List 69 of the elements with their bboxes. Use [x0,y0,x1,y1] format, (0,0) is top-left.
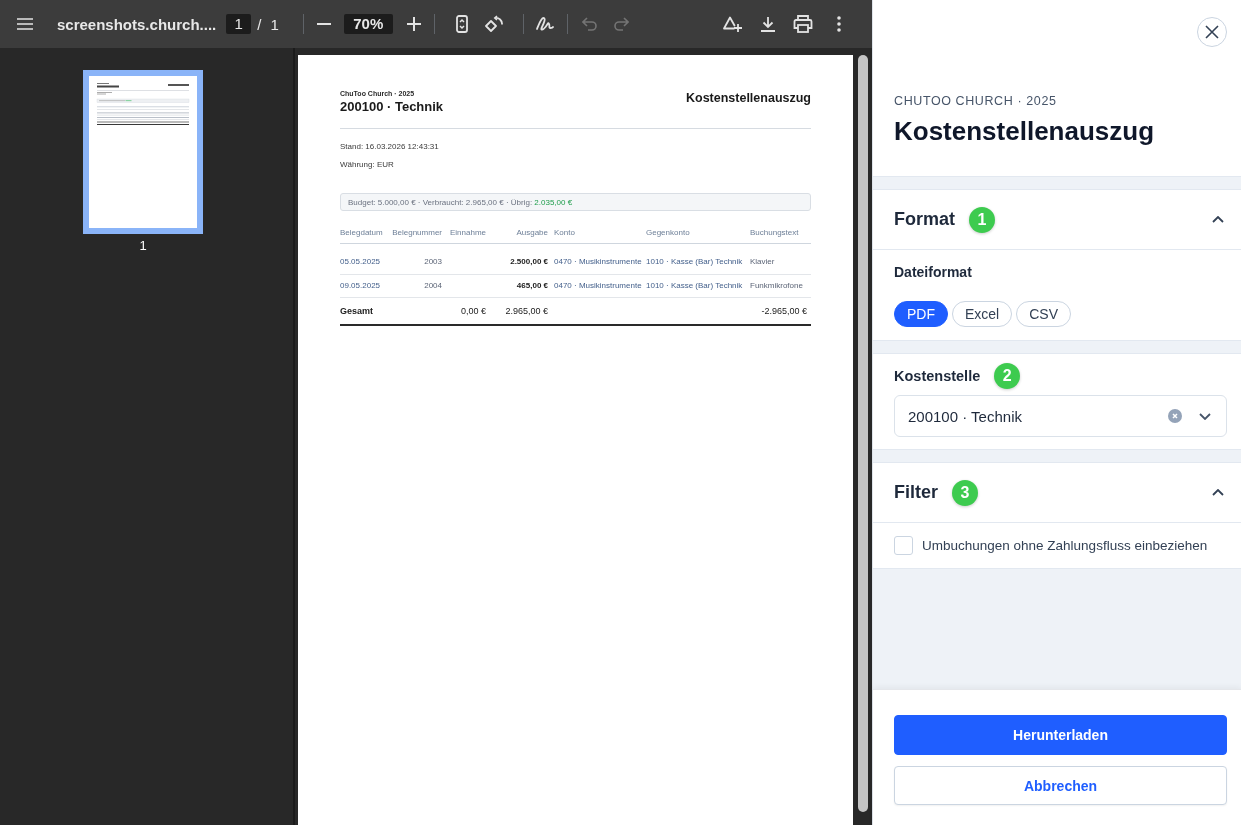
minus-icon[interactable] [316,23,331,25]
field-label: Kostenstelle [894,367,981,386]
close-icon [1205,25,1219,39]
table-cell: 1010 · Kasse (Bar) Technik [646,257,743,266]
page-number-field[interactable]: 1 [226,14,252,34]
format-option[interactable]: CSV [1016,301,1072,327]
document-title: screenshots.church.... [57,15,217,33]
print-icon[interactable] [793,15,813,33]
step-badge: 2 [994,363,1021,389]
table-cell: 2004 [424,281,442,290]
column-header: Belegdatum [340,228,383,237]
fit-page-icon[interactable] [455,15,468,33]
cost-center-select[interactable]: 200100 · Technik [894,395,1227,437]
column-header: Ausgabe [516,228,548,237]
format-option[interactable]: PDF [894,301,948,327]
report-title: Kostenstellenauszug [685,90,811,106]
checkbox[interactable] [894,536,913,555]
zoom-field[interactable]: 70% [343,14,393,34]
report-meta-line: Stand: 16.03.2026 12:43:31 [340,142,439,151]
column-header: Buchungstext [750,228,799,237]
table-cell: 465,00 € [516,281,548,290]
page-label: 1 [139,238,147,254]
menu-icon[interactable] [17,18,33,30]
table-cell: 09.05.2025 [340,281,381,290]
format-option[interactable]: Excel [952,301,1013,327]
download-icon[interactable] [760,16,776,32]
report-meta-line: Währung: EUR [340,160,394,169]
table-cell: 05.05.2025 [340,257,381,266]
download-button[interactable]: Herunterladen [894,715,1227,755]
table-cell: Funkmikrofone [750,281,803,290]
column-header: Konto [554,228,575,237]
total-cell: 0,00 € [460,306,486,316]
column-header: Belegnummer [392,228,442,237]
report-cost-center: 200100 · Technik [340,99,444,115]
chevron-up-icon[interactable] [1212,489,1224,496]
draw-icon[interactable] [535,16,554,32]
chevron-down-icon[interactable] [1199,412,1211,420]
step-badge: 3 [952,479,978,506]
table-cell: 0470 · Musikinstrumente [554,281,642,290]
page-count: 1 [270,15,279,33]
chevron-up-icon[interactable] [1212,216,1224,223]
clear-icon[interactable] [1168,409,1182,423]
table-cell: 0470 · Musikinstrumente [554,257,642,266]
cancel-button[interactable]: Abbrechen [894,766,1227,805]
total-label: Gesamt [340,306,374,316]
table-cell: 1010 · Kasse (Bar) Technik [646,281,743,290]
total-cell: 2.965,00 € [505,306,548,316]
checkbox-label[interactable]: Umbuchungen ohne Zahlungsfluss einbeziehen [922,538,1208,553]
triangle-plus-icon[interactable] [722,15,742,33]
section-title: Filter [894,482,938,503]
field-label: Dateiformat [894,263,972,281]
scrollbar-thumb[interactable] [858,55,868,812]
column-header: Einnahme [449,228,486,237]
table-cell: 2.500,00 € [510,257,548,266]
organization-label: CHUTOO CHURCH · 2025 [894,93,1057,109]
plus-icon[interactable] [406,17,421,31]
table-cell: Klavier [750,257,775,266]
page-separator: / [257,15,262,33]
panel-title: Kostenstellenauszug [894,115,1155,147]
column-header: Gegenkonto [646,228,690,237]
section-title: Format [894,209,955,230]
close-button[interactable] [1197,17,1227,47]
more-vertical-icon[interactable] [837,16,841,32]
table-cell: 2003 [424,257,442,266]
total-cell: -2.965,00 € [761,306,807,316]
rotate-icon[interactable] [484,15,503,33]
step-badge: 1 [969,206,995,233]
page-thumbnail[interactable] [83,70,203,234]
budget-summary: Budget: 5.000,00 € · Verbraucht: 2.965,00 € · Übrig: 2.035,00 € [340,193,811,211]
